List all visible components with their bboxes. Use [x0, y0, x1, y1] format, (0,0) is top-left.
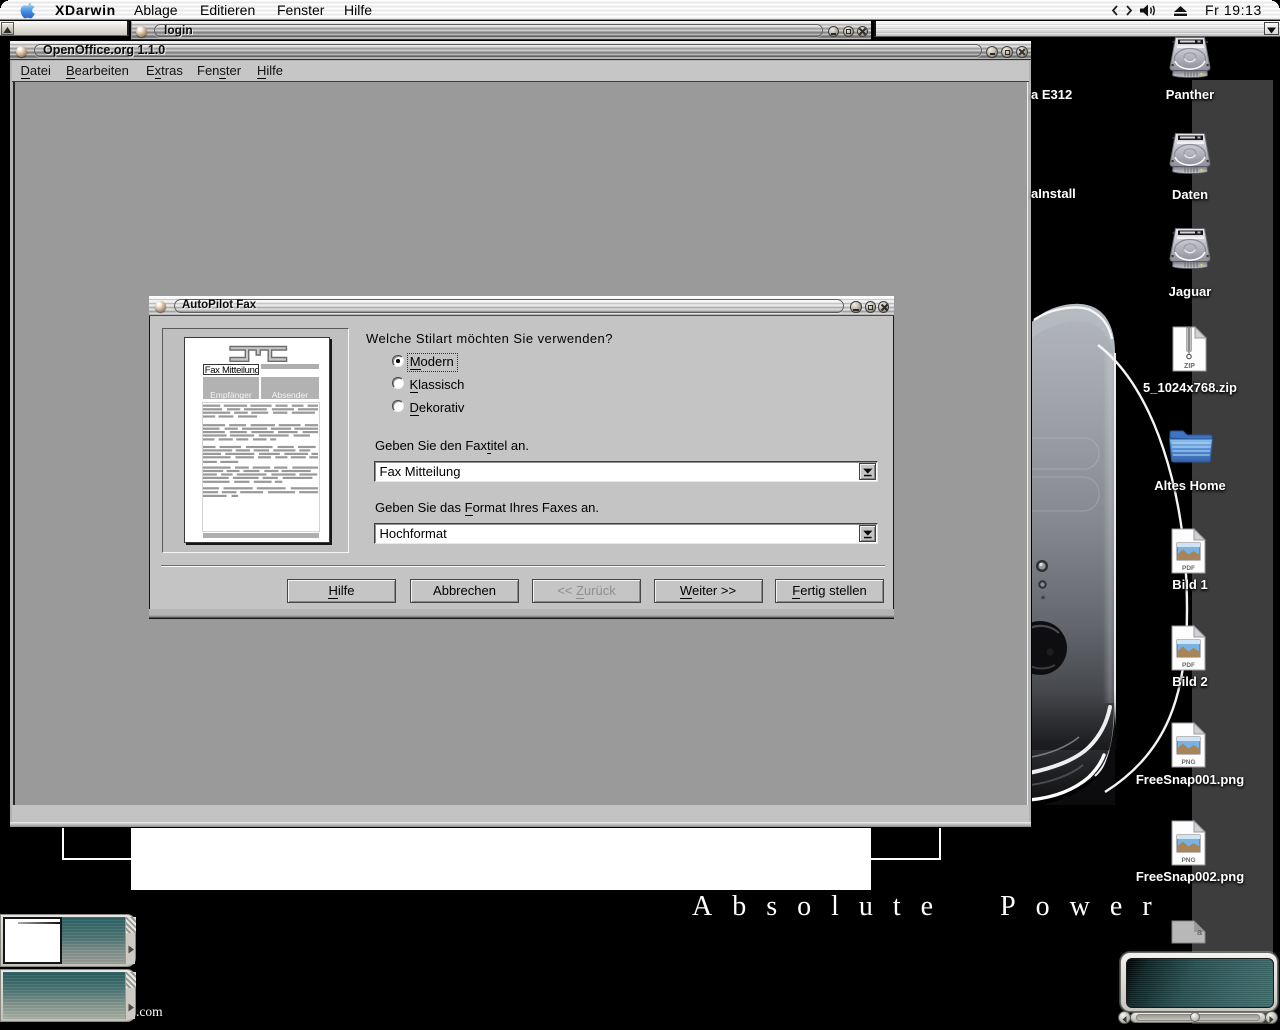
svg-text:PNG: PNG — [1181, 759, 1195, 766]
svg-text:PDF: PDF — [1182, 662, 1195, 669]
svg-text:ZIP: ZIP — [1184, 363, 1195, 370]
svg-text:PNG: PNG — [1181, 857, 1195, 864]
svg-text:PDF: PDF — [1182, 565, 1195, 572]
svg-text:a: a — [1197, 927, 1202, 937]
